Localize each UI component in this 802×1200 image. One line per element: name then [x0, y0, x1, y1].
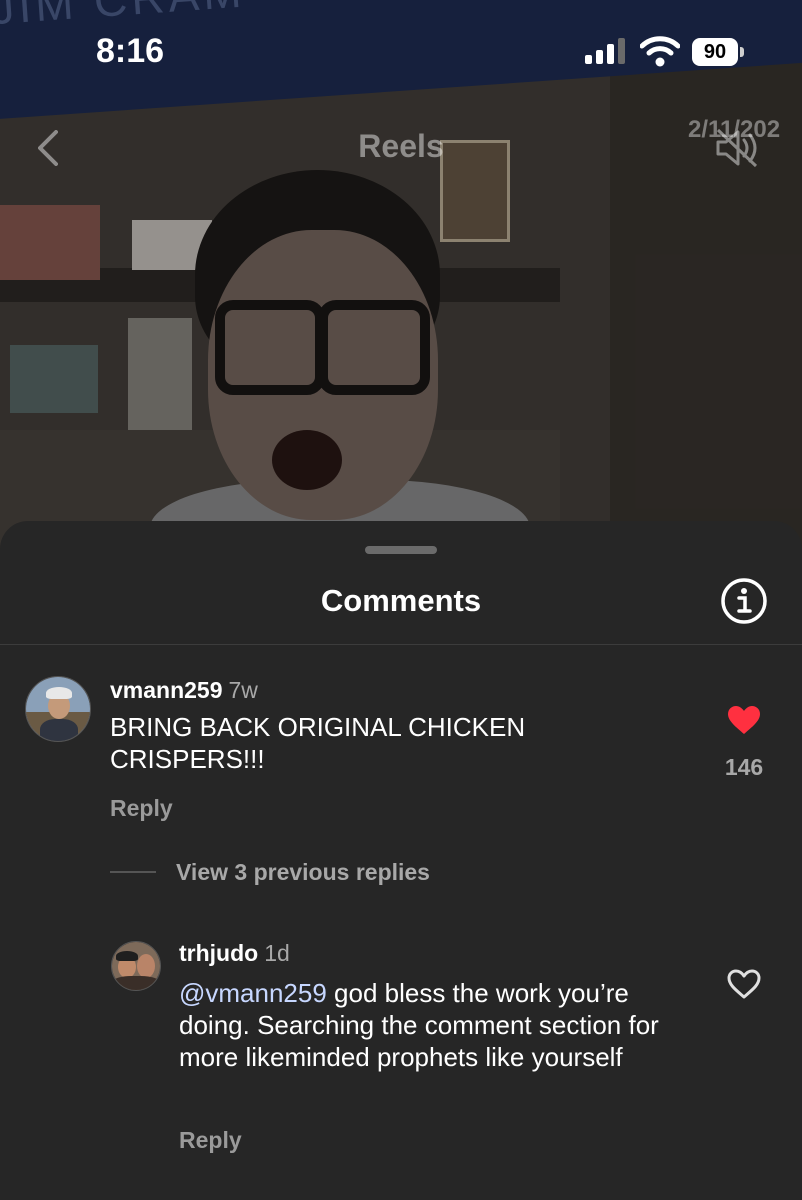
comment-username-text[interactable]: vmann259 — [110, 677, 223, 703]
heart-filled-icon[interactable] — [726, 704, 762, 736]
reply-username-text[interactable]: trhjudo — [179, 940, 258, 966]
battery-tip — [740, 47, 744, 57]
comments-title: Comments — [320, 583, 482, 618]
comment-time: 7w — [228, 677, 258, 703]
wifi-icon — [640, 36, 680, 67]
reply-text: @vmann259 god bless the work you’re doin… — [179, 977, 689, 1073]
reply-avatar[interactable] — [111, 941, 161, 991]
comments-sheet[interactable]: Comments vmann259 7w BRING BACK ORIGINAL … — [0, 521, 802, 1200]
battery-level: 90 — [692, 38, 738, 66]
reel-video[interactable]: JIM CRAM — [0, 0, 802, 560]
info-icon[interactable] — [720, 577, 768, 625]
battery-icon: 90 — [692, 38, 744, 66]
replies-divider-line — [110, 871, 156, 873]
view-previous-replies-button[interactable]: View 3 previous replies — [176, 859, 430, 886]
comment-text: BRING BACK ORIGINAL CHICKEN CRISPERS!!! — [110, 712, 526, 774]
reply-button[interactable]: Reply — [179, 1127, 242, 1154]
comment-username[interactable]: vmann259 7w — [110, 677, 258, 704]
avatar[interactable] — [25, 676, 91, 742]
reels-title: Reels — [358, 128, 444, 164]
signal-icon — [585, 38, 625, 64]
reply-mention-link[interactable]: @vmann259 — [179, 978, 327, 1008]
reply-time: 1d — [264, 940, 290, 966]
sheet-grabber-handle[interactable] — [365, 546, 437, 554]
reply-button[interactable]: Reply — [110, 795, 173, 822]
like-count: 146 — [724, 754, 764, 780]
mute-icon[interactable] — [714, 126, 764, 170]
video-dim-overlay — [0, 0, 802, 560]
sheet-divider — [0, 644, 802, 645]
status-time: 8:16 — [96, 32, 165, 70]
heart-outline-icon[interactable] — [726, 968, 762, 1000]
reply-username[interactable]: trhjudo 1d — [179, 940, 290, 967]
